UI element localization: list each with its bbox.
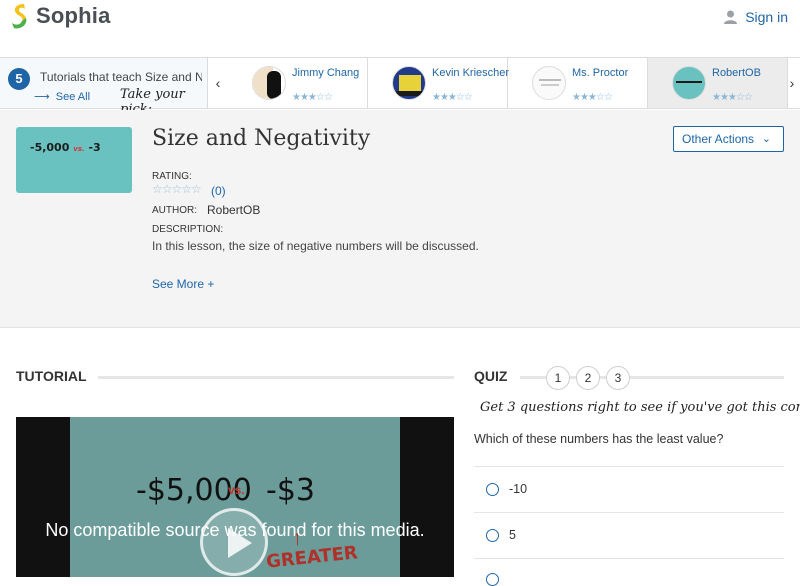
tutorial-card-ms-proctor[interactable]: Ms. Proctor ★★★☆☆ — [508, 58, 648, 108]
quiz-section-title: QUIZ — [474, 368, 508, 384]
quiz-option[interactable]: 5 — [474, 512, 784, 558]
other-actions-button[interactable]: Other Actions ⌄ — [673, 126, 784, 152]
radio-button[interactable] — [486, 573, 499, 586]
see-more-link[interactable]: See More + — [152, 277, 214, 291]
tutorial-thumbnail: -5,000 vs. -3 — [16, 127, 132, 193]
tutorial-count-badge: 5 — [8, 68, 30, 90]
see-all-link[interactable]: ⟶ See All — [34, 90, 90, 103]
sign-in-label: Sign in — [745, 9, 788, 25]
tutorial-rating-stars: ★★★☆☆ — [292, 92, 333, 103]
tutorial-avatar — [672, 66, 706, 100]
tutorial-strip: 5 Tutorials that teach Size and Negativi… — [0, 57, 800, 117]
tutorial-author-name: RobertOB — [712, 67, 761, 79]
tutorial-avatar — [252, 66, 286, 100]
author-name: RobertOB — [207, 203, 261, 217]
strip-next-arrow[interactable]: › — [784, 58, 800, 108]
tutorial-strip-title: Tutorials that teach Size and Negativity — [40, 70, 202, 84]
site-header: Sophia Sign in — [0, 0, 800, 56]
quiz-question-3[interactable]: 3 — [606, 366, 630, 390]
quiz-question-2[interactable]: 2 — [576, 366, 600, 390]
tutorial-avatar — [532, 66, 566, 100]
tutorial-card-kevin-kriescher[interactable]: Kevin Kriescher ★★★☆☆ — [368, 58, 510, 108]
video-error-message: No compatible source was found for this … — [45, 520, 425, 540]
quiz-question-1[interactable]: 1 — [546, 366, 570, 390]
user-icon — [724, 10, 738, 24]
tutorial-avatar — [392, 66, 426, 100]
author-label: AUTHOR: — [152, 205, 197, 216]
other-actions-label: Other Actions — [682, 132, 755, 146]
quiz-option-label: -10 — [509, 482, 528, 496]
tutorial-card-jimmy-chang[interactable]: Jimmy Chang ★★★☆☆ — [228, 58, 368, 108]
quiz-option[interactable]: -10 — [474, 466, 784, 512]
sophia-logo-icon — [12, 4, 27, 29]
radio-button[interactable] — [486, 483, 499, 496]
video-greater-label: GREATER — [265, 542, 359, 573]
tutorial-rating-stars: ★★★☆☆ — [432, 92, 473, 103]
quiz-question-nav: 1 2 3 — [546, 366, 636, 390]
description-label: DESCRIPTION: — [152, 224, 224, 235]
tutorial-divider — [98, 376, 454, 379]
rating-count: (0) — [211, 184, 226, 198]
rating-stars[interactable]: ☆☆☆☆☆ — [152, 182, 202, 196]
tutorial-card-robertob[interactable]: RobertOB ★★★☆☆ — [648, 58, 788, 108]
chevron-down-icon: ⌄ — [761, 133, 771, 145]
video-player[interactable]: -$5,000 vs. -$3 ↑ GREATER No compatible … — [16, 417, 454, 577]
tutorial-rating-stars: ★★★☆☆ — [712, 92, 753, 103]
page-title: Size and Negativity — [152, 126, 371, 151]
quiz-option[interactable] — [474, 558, 784, 586]
radio-button[interactable] — [486, 529, 499, 542]
rating-label: RATING: — [152, 171, 192, 182]
video-value-right: -$3 — [266, 473, 315, 508]
arrow-right-icon: ⟶ — [34, 91, 50, 103]
tutorial-rating-stars: ★★★☆☆ — [572, 92, 613, 103]
see-all-label: See All — [55, 91, 91, 103]
sign-in-link[interactable]: Sign in — [724, 9, 788, 25]
tutorial-author-name: Jimmy Chang — [292, 67, 360, 79]
strip-prev-arrow[interactable]: ‹ — [210, 58, 226, 108]
sophia-logo[interactable]: Sophia — [10, 3, 111, 29]
video-vs: vs. — [228, 483, 245, 497]
description-text: In this lesson, the size of negative num… — [152, 239, 479, 253]
tutorial-strip-summary: 5 Tutorials that teach Size and Negativi… — [0, 58, 208, 117]
tutorial-section-title: TUTORIAL — [16, 368, 87, 384]
quiz-prompt: Get 3 questions right to see if you've g… — [480, 400, 800, 415]
thumbnail-text: -5,000 vs. -3 — [30, 141, 101, 154]
tutorial-author-name: Kevin Kriescher — [432, 67, 510, 79]
tutorial-author-name: Ms. Proctor — [572, 67, 629, 79]
quiz-option-label: 5 — [509, 528, 516, 542]
logo-text: Sophia — [36, 3, 111, 28]
quiz-question-text: Which of these numbers has the least val… — [474, 432, 724, 446]
tutorial-info-panel: -5,000 vs. -3 Size and Negativity Other … — [0, 110, 800, 328]
